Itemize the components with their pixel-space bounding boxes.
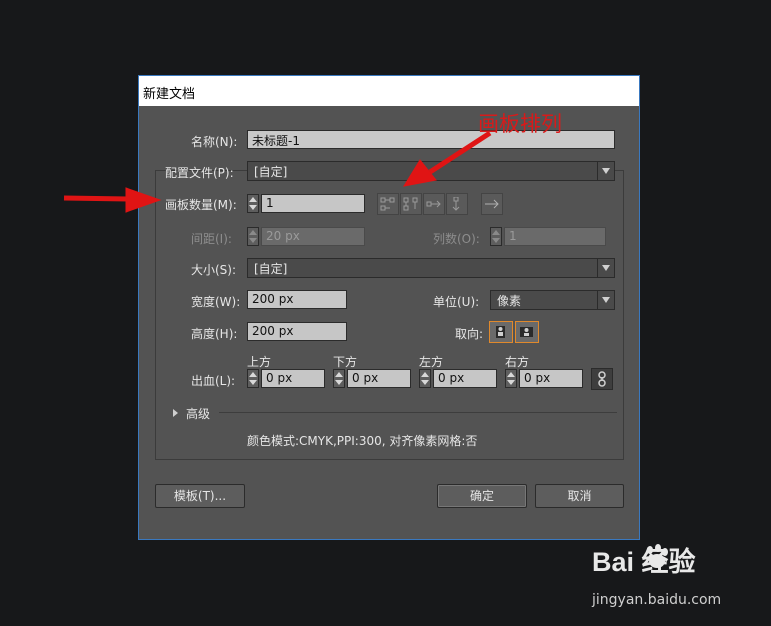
baidu-watermark-url: jingyan.baidu.com <box>592 592 722 608</box>
baidu-watermark: Bai 经验 jingyan.baidu.com <box>592 540 721 608</box>
arrow-to-artboards-shaft <box>63 195 129 202</box>
annotation-label: 画板排列 <box>478 112 562 136</box>
arrow-to-arrangement-shaft <box>428 130 492 175</box>
baidu-paw-icon <box>647 544 668 568</box>
annotation-arrows <box>63 130 492 213</box>
arrow-to-artboards-head <box>125 187 162 213</box>
